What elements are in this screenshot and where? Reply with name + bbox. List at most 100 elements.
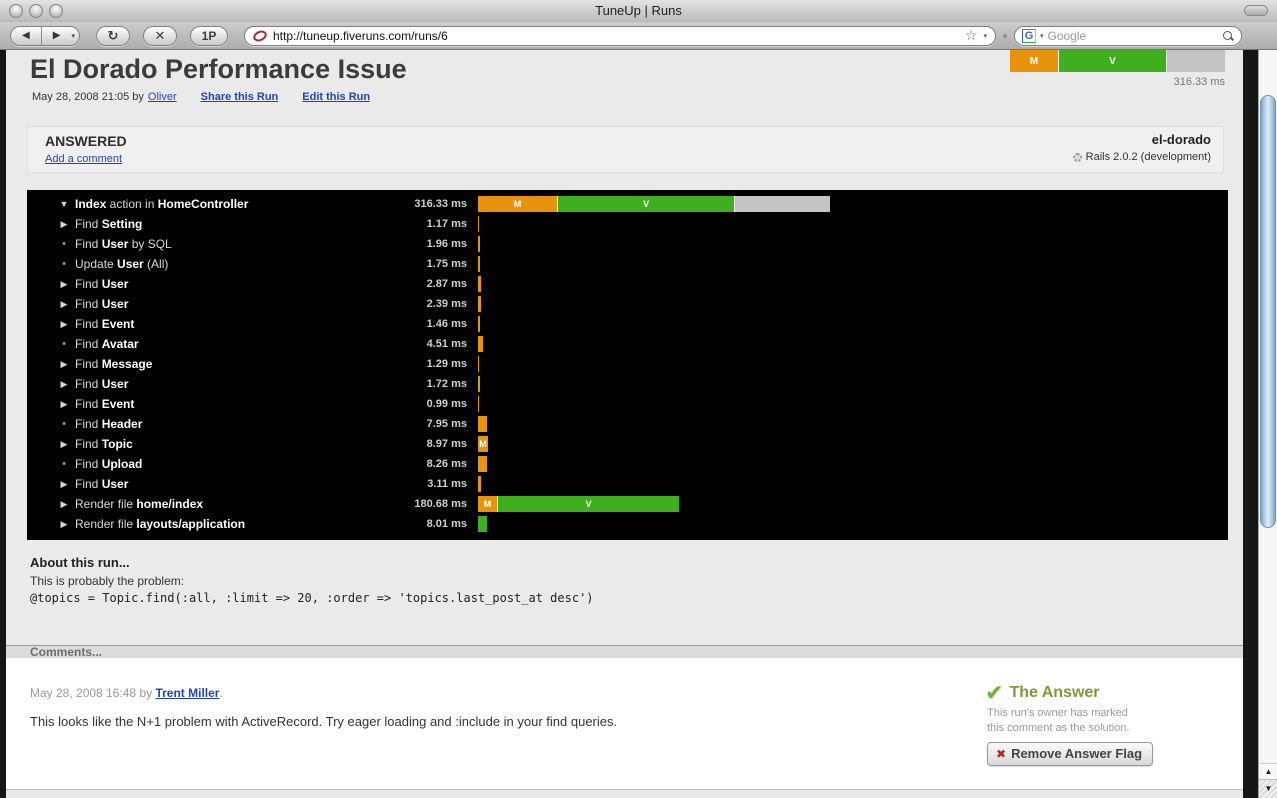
model-time-segment bbox=[478, 236, 481, 252]
model-time-segment bbox=[478, 276, 482, 292]
bookmark-star-icon[interactable]: ☆ bbox=[965, 27, 978, 44]
window-title: TuneUp | Runs bbox=[595, 3, 682, 18]
scroll-up-arrow-icon[interactable]: ▲ bbox=[1259, 763, 1277, 778]
search-placeholder[interactable]: Google bbox=[1048, 29, 1218, 43]
total-time-bar: MV bbox=[1010, 50, 1225, 72]
browser-toolbar: ◀ ▶ ▾ ↻ ✕ 1P http://tuneup.fiveruns.com/… bbox=[0, 22, 1277, 50]
url-text[interactable]: http://tuneup.fiveruns.com/runs/6 bbox=[273, 29, 959, 43]
timeline-row-bar: M bbox=[478, 436, 488, 452]
other-time-segment bbox=[735, 196, 830, 212]
timeline-row[interactable]: ▶ Find Setting 1.17 ms bbox=[27, 214, 1228, 234]
model-time-segment bbox=[478, 456, 488, 472]
timeline-row: • Find Header 7.95 ms bbox=[27, 414, 1228, 434]
google-logo-icon: G bbox=[1022, 28, 1036, 43]
model-time-segment: M bbox=[478, 496, 499, 512]
timeline-row[interactable]: ▶ Render file home/index 180.68 ms M V bbox=[27, 494, 1228, 514]
comments-section: May 28, 2008 16:48 by Trent Miller. This… bbox=[6, 658, 1243, 789]
timeline-row[interactable]: ▶ Find User 3.11 ms bbox=[27, 474, 1228, 494]
timeline-row[interactable]: ▶ Find Message 1.29 ms bbox=[27, 354, 1228, 374]
model-time-segment bbox=[478, 256, 480, 272]
toolbar-separator-dot bbox=[1003, 33, 1007, 38]
about-heading: About this run... bbox=[30, 555, 130, 570]
timeline-row-ms: 8.26 ms bbox=[426, 458, 467, 470]
timeline-row-ms: 2.39 ms bbox=[426, 298, 467, 310]
timeline-row[interactable]: ▶ Find User 1.72 ms bbox=[27, 374, 1228, 394]
vertical-scrollbar[interactable]: ▲ ▼ bbox=[1258, 50, 1277, 798]
commenter-link[interactable]: Trent Miller bbox=[155, 686, 219, 700]
search-engine-dropdown-arrow[interactable]: ▾ bbox=[1040, 32, 1044, 40]
scrollbar-thumb[interactable] bbox=[1260, 95, 1276, 528]
forward-button[interactable]: ▶ bbox=[42, 27, 72, 45]
timeline-row[interactable]: ▶ Find Event 0.99 ms bbox=[27, 394, 1228, 414]
timeline-row[interactable]: ▶ Find Event 1.46 ms bbox=[27, 314, 1228, 334]
url-field[interactable]: http://tuneup.fiveruns.com/runs/6 ☆ ▾ bbox=[244, 25, 996, 46]
onepassword-button[interactable]: 1P bbox=[190, 25, 228, 46]
view-time-segment: V bbox=[498, 496, 680, 512]
timeline-row-bar: MV bbox=[478, 196, 830, 212]
timeline-row-bar bbox=[478, 236, 481, 252]
timeline-row-ms: 316.33 ms bbox=[414, 198, 467, 210]
scrollbar-arrows: ▲ ▼ bbox=[1259, 762, 1277, 798]
timeline-row-bar bbox=[478, 376, 480, 392]
timeline-row-ms: 0.99 ms bbox=[426, 398, 467, 410]
timeline-row[interactable]: ▼ Index action in HomeController 316.33 ms… bbox=[27, 194, 1228, 214]
timeline-row-ms: 1.29 ms bbox=[426, 358, 467, 370]
timeline-row-ms: 1.46 ms bbox=[426, 318, 467, 330]
edit-run-link[interactable]: Edit this Run bbox=[302, 91, 370, 103]
search-field[interactable]: G ▾ Google bbox=[1014, 25, 1242, 46]
other-time-segment bbox=[1166, 50, 1225, 72]
rails-version: Rails 2.0.2 (development) bbox=[1072, 151, 1211, 163]
comment-body: This looks like the N+1 problem with Act… bbox=[30, 714, 618, 729]
answer-check-icon: ✔ bbox=[985, 680, 1004, 705]
timeline-row-bar bbox=[478, 476, 482, 492]
model-time-segment bbox=[478, 476, 482, 492]
stop-button[interactable]: ✕ bbox=[143, 25, 177, 46]
timeline-row[interactable]: ▶ Render file layouts/application 8.01 ms bbox=[27, 514, 1228, 534]
back-button[interactable]: ◀ bbox=[11, 27, 41, 45]
timeline-row: • Find Avatar 4.51 ms bbox=[27, 334, 1228, 354]
model-time-segment bbox=[478, 376, 480, 392]
page-title: El Dorado Performance Issue bbox=[30, 54, 407, 84]
timeline-row-bar bbox=[478, 396, 480, 412]
view-time-segment: V bbox=[1058, 50, 1167, 72]
model-time-segment bbox=[478, 416, 487, 432]
timeline-row[interactable]: ▶ Find User 2.39 ms bbox=[27, 294, 1228, 314]
share-run-link[interactable]: Share this Run bbox=[201, 91, 279, 103]
gear-icon bbox=[1072, 152, 1082, 162]
toolbar-toggle-pill[interactable] bbox=[1244, 5, 1268, 16]
history-dropdown-arrow[interactable]: ▾ bbox=[72, 32, 80, 40]
timeline-row-ms: 4.51 ms bbox=[426, 338, 467, 350]
reload-button[interactable]: ↻ bbox=[96, 25, 130, 46]
comment-meta: May 28, 2008 16:48 by Trent Miller. bbox=[30, 686, 223, 700]
answer-note-line1: This run's owner has marked bbox=[987, 707, 1128, 719]
timeline-row-ms: 3.11 ms bbox=[427, 478, 467, 490]
model-time-segment bbox=[478, 356, 480, 372]
window-titlebar: TuneUp | Runs bbox=[0, 0, 1277, 22]
bookmark-dropdown-arrow[interactable]: ▾ bbox=[983, 32, 987, 40]
performance-timeline: ▼ Index action in HomeController 316.33 ms… bbox=[27, 190, 1228, 540]
timeline-row-bar bbox=[478, 216, 480, 232]
timeline-row-ms: 8.97 ms bbox=[426, 438, 467, 450]
model-time-segment bbox=[478, 216, 480, 232]
timeline-row-bar bbox=[478, 276, 482, 292]
remove-answer-flag-button[interactable]: ✖ Remove Answer Flag bbox=[987, 742, 1154, 766]
total-time-label: 316.33 ms bbox=[1173, 76, 1225, 88]
site-favicon-icon bbox=[251, 28, 269, 43]
timeline-row-ms: 1.17 ms bbox=[426, 218, 467, 230]
timeline-row-ms: 180.68 ms bbox=[414, 498, 467, 510]
timeline-row-ms: 7.95 ms bbox=[426, 418, 467, 430]
timeline-row-bar bbox=[478, 316, 480, 332]
run-date: May 28, 2008 21:05 by bbox=[32, 91, 144, 103]
answer-note-line2: this comment as the solution. bbox=[987, 722, 1130, 734]
view-time-segment: V bbox=[558, 196, 736, 212]
back-forward-group: ◀ ▶ ▾ bbox=[10, 25, 80, 46]
run-meta: May 28, 2008 21:05 by Oliver Share this … bbox=[32, 91, 370, 103]
model-time-segment bbox=[478, 296, 481, 312]
add-comment-link[interactable]: Add a comment bbox=[45, 153, 122, 165]
timeline-row[interactable]: ▶ Find User 2.87 ms bbox=[27, 274, 1228, 294]
scroll-down-arrow-icon[interactable]: ▼ bbox=[1259, 779, 1277, 798]
timeline-row-ms: 8.01 ms bbox=[426, 518, 467, 530]
magnifier-icon[interactable] bbox=[1222, 30, 1234, 42]
timeline-row[interactable]: ▶ Find Topic 8.97 ms M bbox=[27, 434, 1228, 454]
author-link[interactable]: Oliver bbox=[148, 91, 177, 103]
